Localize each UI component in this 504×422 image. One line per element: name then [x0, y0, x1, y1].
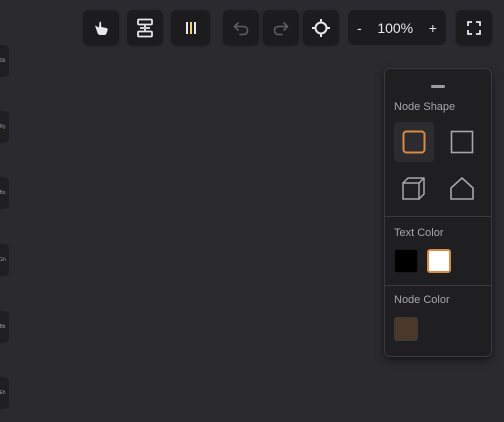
- shape-pentagon-button[interactable]: [442, 169, 482, 209]
- side-tab-3[interactable]: Bo: [0, 177, 9, 209]
- side-tab-label: Gh: [0, 257, 6, 263]
- text-color-black-swatch[interactable]: [394, 249, 418, 273]
- side-tab-label: Ry: [0, 124, 6, 130]
- fullscreen-icon: [467, 20, 481, 35]
- panel-collapse-handle[interactable]: [431, 85, 445, 88]
- layout-structure-icon: [137, 18, 153, 37]
- side-tab-label: Bo: [0, 190, 6, 196]
- zoom-out-button[interactable]: -: [357, 20, 362, 36]
- redo-button[interactable]: [263, 10, 299, 45]
- side-tab-1[interactable]: Sb: [0, 45, 9, 77]
- rounded-square-icon: [402, 130, 426, 154]
- side-tab-label: Eh: [0, 390, 6, 396]
- zoom-control: - 100% +: [348, 10, 446, 45]
- side-tab-label: Sb: [0, 58, 6, 64]
- pan-tool-button[interactable]: [83, 10, 119, 45]
- zoom-in-button[interactable]: +: [429, 20, 437, 36]
- center-view-button[interactable]: [303, 10, 339, 45]
- columns-button[interactable]: [171, 10, 210, 45]
- shape-cube-button[interactable]: [394, 169, 434, 209]
- node-color-brown-swatch[interactable]: [394, 317, 418, 341]
- side-tab-2[interactable]: Ry: [0, 111, 9, 143]
- node-shape-label: Node Shape: [394, 101, 456, 113]
- side-tab-5[interactable]: Bb: [0, 311, 9, 343]
- node-style-panel: Node Shape Text Color Node Color: [384, 68, 492, 357]
- redo-icon: [273, 21, 289, 35]
- zoom-level: 100%: [377, 19, 414, 36]
- crosshair-icon: [312, 18, 330, 37]
- shape-square-button[interactable]: [442, 122, 482, 162]
- side-tab-4[interactable]: Gh: [0, 244, 9, 276]
- undo-icon: [233, 21, 249, 35]
- panel-divider: [385, 285, 491, 286]
- text-color-label: Text Color: [394, 227, 444, 239]
- shape-rounded-square-button[interactable]: [394, 122, 434, 162]
- node-color-label: Node Color: [394, 294, 450, 306]
- cube-icon: [402, 177, 425, 200]
- side-tab-6[interactable]: Eh: [0, 377, 9, 409]
- fullscreen-button[interactable]: [456, 10, 492, 45]
- square-icon: [450, 130, 474, 154]
- panel-divider: [385, 216, 491, 217]
- hand-pointer-icon: [95, 21, 108, 35]
- undo-button[interactable]: [223, 10, 259, 45]
- text-color-white-swatch[interactable]: [427, 249, 451, 273]
- layout-button[interactable]: [127, 10, 163, 45]
- side-tab-label: Bb: [0, 324, 6, 330]
- color-bars-icon: [185, 21, 196, 34]
- pentagon-icon: [450, 177, 474, 200]
